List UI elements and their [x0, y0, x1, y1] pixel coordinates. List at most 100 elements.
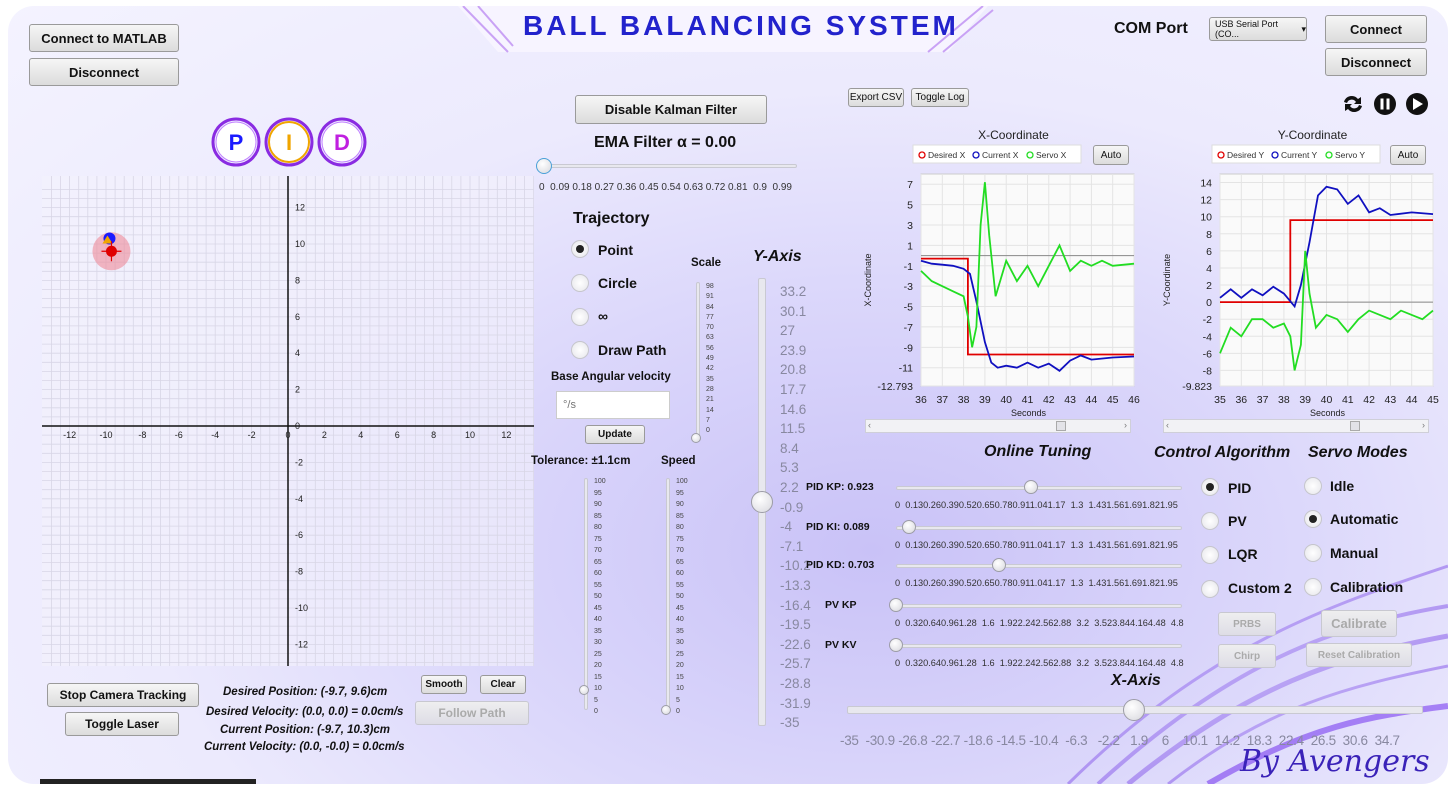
position-plot[interactable]: -12 -10 -8 -6 -4 -2 0 2 4 6 8 10 12 12 10 8 6 4 2 0 -2 -4 -6 -8… [42, 176, 534, 666]
toggle-log-button[interactable]: Toggle Log [911, 88, 969, 107]
chart-y-label: X-Coordinate [863, 253, 873, 306]
x-chart-auto-button[interactable]: Auto [1093, 145, 1129, 165]
tuning-slider-track[interactable] [896, 644, 1182, 648]
stop-camera-tracking-button[interactable]: Stop Camera Tracking [47, 683, 199, 707]
scale-slider-knob[interactable] [691, 433, 701, 443]
tuning-slider-track[interactable] [896, 604, 1182, 608]
chevron-left-icon[interactable]: ‹ [1166, 420, 1169, 430]
chart-y-tick: -9 [904, 342, 913, 354]
tuning-label: PV KV [825, 639, 857, 651]
i-badge: I [264, 117, 314, 167]
current-position-text: Current Position: (-9.7, 10.3)cm [220, 724, 390, 736]
d-badge: D [317, 117, 367, 167]
chirp-button[interactable]: Chirp [1218, 644, 1276, 668]
connect-matlab-button[interactable]: Connect to MATLAB [29, 24, 179, 52]
disconnect-matlab-button[interactable]: Disconnect [29, 58, 179, 86]
y-chart-scrollbar[interactable]: ‹ › [1163, 419, 1429, 433]
servo-manual-radio[interactable] [1304, 544, 1322, 562]
x-tick-label: -8 [138, 430, 146, 440]
toggle-laser-button[interactable]: Toggle Laser [65, 712, 179, 736]
y-chart-scroll-thumb[interactable] [1350, 421, 1360, 431]
y-chart-auto-button[interactable]: Auto [1390, 145, 1426, 165]
online-tuning-title: Online Tuning [984, 443, 1092, 460]
chart-x-tick: 39 [1299, 394, 1311, 406]
trajectory-point-radio[interactable] [571, 240, 589, 258]
tuning-slider-knob[interactable] [889, 638, 903, 652]
trajectory-infinity-radio[interactable] [571, 308, 589, 326]
tuning-slider-track[interactable] [896, 526, 1182, 530]
ema-slider-knob[interactable] [536, 158, 552, 174]
tuning-slider-knob[interactable] [902, 520, 917, 534]
control-lqr-radio[interactable] [1201, 546, 1219, 564]
clear-button[interactable]: Clear [480, 675, 526, 694]
trajectory-infinity-label: ∞ [598, 308, 608, 324]
chart-x-tick: 45 [1107, 394, 1119, 406]
repeat-icon[interactable] [1344, 95, 1362, 113]
reset-calibration-button[interactable]: Reset Calibration [1306, 643, 1412, 667]
scale-slider-track[interactable] [696, 282, 700, 438]
prbs-button[interactable]: PRBS [1218, 612, 1276, 636]
servo-idle-label: Idle [1330, 478, 1355, 494]
ema-slider-track[interactable] [545, 164, 797, 168]
tuning-slider-track[interactable] [896, 486, 1182, 490]
com-port-select[interactable]: USB Serial Port (CO... ▾ [1209, 17, 1307, 41]
calibrate-button[interactable]: Calibrate [1321, 610, 1397, 637]
control-custom2-radio[interactable] [1201, 580, 1219, 598]
chart-x-tick: 45 [1427, 394, 1439, 406]
update-button[interactable]: Update [585, 425, 645, 444]
speed-slider-knob[interactable] [661, 705, 671, 715]
speed-slider-ticks: 100 95 90 85 80 75 70 65 60 55 50 45 40 … [676, 478, 688, 715]
chart-title: Y-Coordinate [1278, 128, 1348, 142]
chart-y-tick: 5 [907, 200, 913, 212]
trajectory-draw-path-radio[interactable] [571, 341, 589, 359]
y-axis-tick: -4 [780, 519, 793, 535]
chart-y-tick: -8 [1203, 365, 1212, 377]
y-axis-slider-knob[interactable] [751, 491, 773, 513]
control-pid-radio[interactable] [1201, 478, 1219, 496]
servo-idle-radio[interactable] [1304, 477, 1322, 495]
y-axis-tick: 20.8 [780, 362, 807, 378]
trajectory-circle-radio[interactable] [571, 274, 589, 292]
chart-legend: Desired X Current X Servo X [912, 144, 1082, 164]
follow-path-button[interactable]: Follow Path [415, 701, 529, 725]
pause-icon[interactable] [1374, 93, 1396, 115]
y-tick-label: -6 [295, 530, 303, 540]
x-chart-scrollbar[interactable]: ‹ › [865, 419, 1131, 433]
tuning-slider-knob[interactable] [889, 598, 903, 612]
chart-x-tick: 37 [1257, 394, 1269, 406]
x-axis-slider-knob[interactable] [1123, 699, 1145, 721]
legend-entry: Current Y [1281, 150, 1318, 160]
x-chart-scroll-thumb[interactable] [1056, 421, 1066, 431]
chevron-left-icon[interactable]: ‹ [868, 420, 871, 430]
chart-y-tick: -9.823 [1182, 381, 1212, 393]
export-csv-button[interactable]: Export CSV [848, 88, 904, 107]
play-icon[interactable] [1406, 93, 1428, 115]
smooth-button[interactable]: Smooth [421, 675, 467, 694]
y-tick-label: -8 [295, 567, 303, 577]
d-badge-letter: D [334, 130, 350, 155]
disconnect-com-button[interactable]: Disconnect [1325, 48, 1427, 76]
y-axis-title: Y-Axis [753, 248, 802, 265]
com-port-value: USB Serial Port (CO... [1215, 19, 1279, 39]
servo-calibration-radio[interactable] [1304, 578, 1322, 596]
y-axis-tick: -13.3 [780, 578, 811, 593]
tuning-slider-knob[interactable] [992, 558, 1007, 572]
control-pv-radio[interactable] [1201, 512, 1219, 530]
tolerance-slider-knob[interactable] [579, 685, 589, 695]
status-strip [40, 779, 256, 784]
chart-y-tick: 2 [1206, 280, 1212, 292]
servo-automatic-radio[interactable] [1304, 510, 1322, 528]
ema-slider-ticks: 0 0.09 0.18 0.27 0.36 0.45 0.54 0.63 0.7… [539, 182, 792, 193]
kalman-filter-button[interactable]: Disable Kalman Filter [575, 95, 767, 124]
y-axis-tick: -28.8 [780, 676, 811, 691]
connect-com-button[interactable]: Connect [1325, 15, 1427, 43]
speed-slider-track[interactable] [666, 478, 670, 710]
chevron-right-icon[interactable]: › [1422, 420, 1425, 430]
tolerance-slider-track[interactable] [584, 478, 588, 710]
chart-y-tick: -3 [904, 281, 913, 293]
chart-y-tick: -7 [904, 322, 913, 334]
chevron-right-icon[interactable]: › [1124, 420, 1127, 430]
base-angular-velocity-input[interactable] [556, 391, 670, 419]
y-axis-tick: -7.1 [780, 538, 804, 554]
tuning-slider-track[interactable] [896, 564, 1182, 568]
